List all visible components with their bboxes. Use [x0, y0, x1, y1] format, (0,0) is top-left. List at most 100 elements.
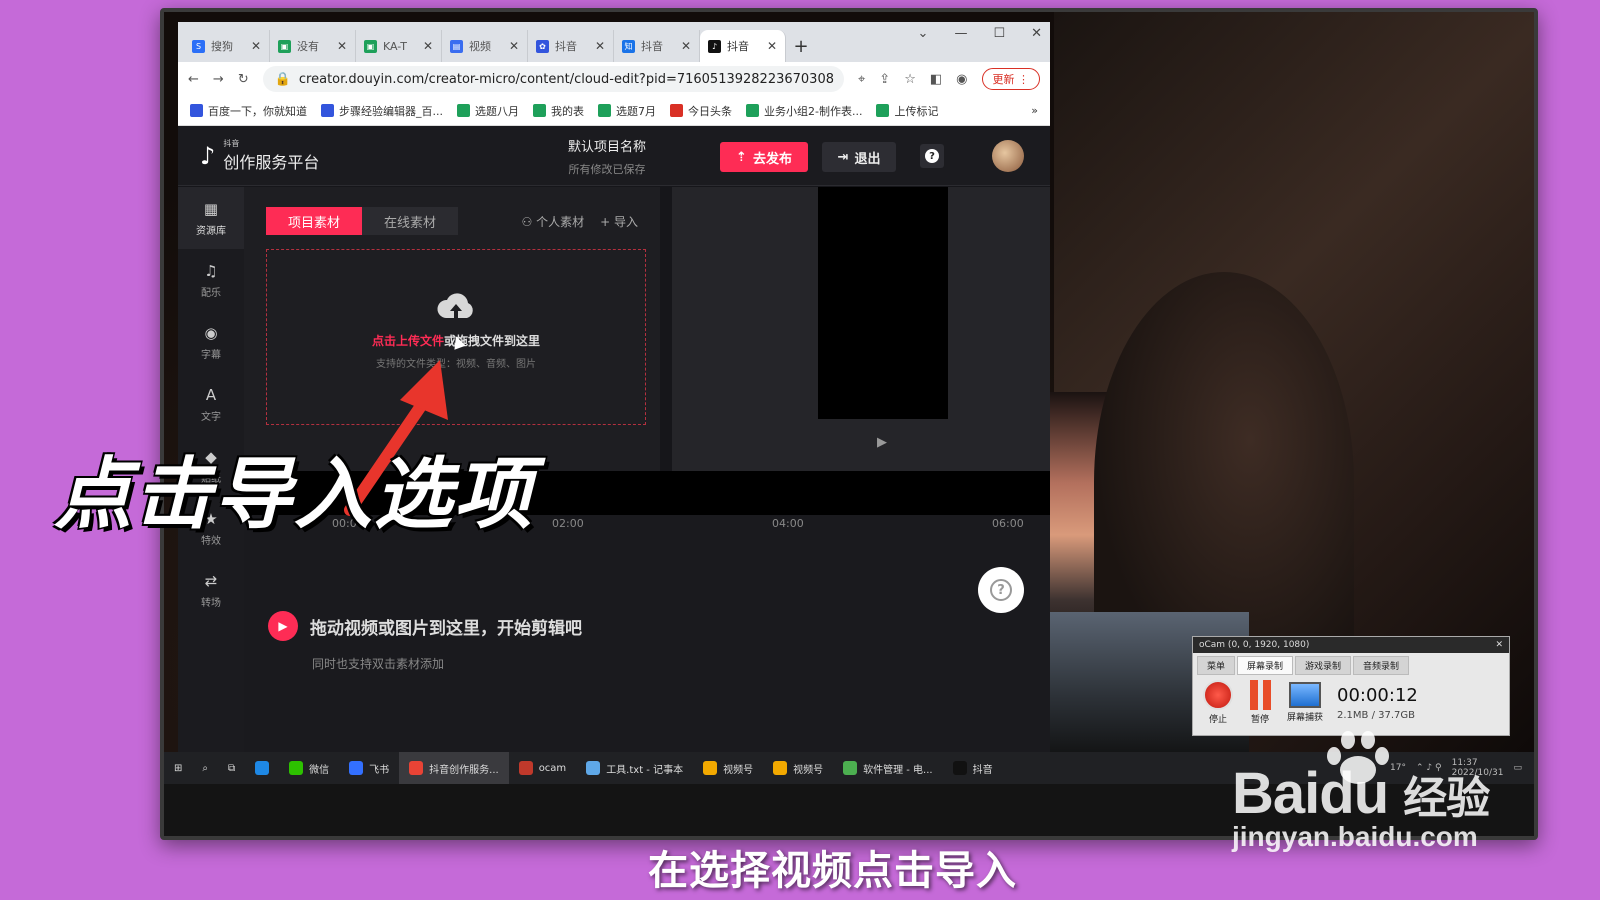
tab-close-icon[interactable]: ✕: [423, 39, 433, 53]
tab-project-assets[interactable]: 项目素材: [266, 207, 362, 235]
bookmark-item[interactable]: 步骤经验编辑器_百...: [321, 103, 443, 119]
minimize-button[interactable]: —: [954, 26, 967, 41]
ocam-pause-button[interactable]: 暂停: [1247, 680, 1273, 725]
browser-tab[interactable]: S 搜狗 ✕: [184, 30, 270, 62]
timeline-help-button[interactable]: ?: [978, 567, 1024, 613]
sidenav-item[interactable]: A 文字: [178, 373, 244, 435]
close-window-button[interactable]: ✕: [1031, 26, 1042, 41]
ocam-screen-button[interactable]: 屏幕捕获: [1287, 682, 1323, 723]
import-link[interactable]: + 导入: [600, 213, 638, 230]
bookmark-item[interactable]: 选题7月: [598, 103, 656, 119]
tab-search-icon[interactable]: ⌄: [918, 26, 929, 41]
location-icon[interactable]: ⌖: [858, 72, 865, 87]
update-button[interactable]: 更新 ⋮: [981, 68, 1040, 90]
sidenav-item[interactable]: ◉ 字幕: [178, 311, 244, 373]
share-icon[interactable]: ⇪: [879, 72, 890, 87]
task-view-button[interactable]: ⧉: [218, 752, 245, 784]
browser-tab[interactable]: 知 抖音 ✕: [614, 30, 700, 62]
bookmark-item[interactable]: 百度一下，你就知道: [190, 103, 307, 119]
tab-label: 搜狗: [211, 40, 233, 53]
browser-tab[interactable]: ♪ 抖音 ✕: [700, 30, 786, 62]
logout-label: 退出: [854, 151, 881, 167]
taskbar-app[interactable]: 抖音: [943, 752, 1003, 784]
taskbar-app[interactable]: 抖音创作服务...: [399, 752, 509, 784]
publish-button[interactable]: ⇡ 去发布: [720, 142, 808, 172]
logout-button[interactable]: ⇥ 退出: [822, 142, 896, 172]
notification-icon[interactable]: ▭: [1513, 763, 1522, 773]
sidepanel-icon[interactable]: ◧: [930, 72, 942, 87]
taskbar-app[interactable]: ocam: [509, 752, 577, 784]
ocam-tab-screen[interactable]: 屏幕录制: [1237, 656, 1294, 675]
ocam-tab-game[interactable]: 游戏录制: [1295, 656, 1352, 675]
watermark-domain: jingyan.baidu.com: [1232, 821, 1478, 852]
lock-icon: 🔒: [274, 71, 291, 87]
search-button[interactable]: ⌕: [192, 752, 218, 784]
pinned-app[interactable]: [245, 752, 279, 784]
avatar[interactable]: [992, 140, 1024, 172]
start-button[interactable]: ⊞: [164, 752, 192, 784]
bookmark-favicon-icon: [876, 104, 890, 117]
tab-favicon-icon: 知: [622, 39, 635, 53]
taskbar-app[interactable]: 视频号: [693, 752, 763, 784]
play-icon[interactable]: ▶: [877, 435, 887, 450]
ocam-titlebar: oCam (0, 0, 1920, 1080) ✕: [1193, 637, 1509, 653]
browser-tab[interactable]: ▣ 没有 ✕: [270, 30, 356, 62]
profile-icon[interactable]: ◉: [956, 72, 967, 87]
ocam-tab-audio[interactable]: 音频录制: [1353, 656, 1410, 675]
tab-favicon-icon: S: [192, 39, 205, 53]
plus-icon: +: [600, 215, 611, 229]
taskbar-app[interactable]: 工具.txt - 记事本: [576, 752, 693, 784]
bookmark-item[interactable]: 选题八月: [457, 103, 519, 119]
tab-close-icon[interactable]: ✕: [509, 39, 519, 53]
tab-close-icon[interactable]: ✕: [681, 39, 691, 53]
taskbar-app[interactable]: 软件管理 - 电...: [833, 752, 943, 784]
personal-assets-link[interactable]: ⚇ 个人素材: [521, 213, 584, 230]
tab-close-icon[interactable]: ✕: [337, 39, 347, 53]
back-icon[interactable]: ←: [188, 72, 199, 87]
tab-favicon-icon: ▣: [278, 39, 291, 53]
taskbar-app[interactable]: 微信: [279, 752, 339, 784]
tab-close-icon[interactable]: ✕: [595, 39, 605, 53]
sidenav-label: 字幕: [201, 349, 221, 361]
ocam-tab-menu[interactable]: 菜单: [1197, 656, 1236, 675]
url-text: creator.douyin.com/creator-micro/content…: [298, 71, 834, 87]
project-name[interactable]: 默认项目名称: [568, 136, 646, 155]
task-view-icon: ⧉: [228, 762, 236, 774]
tab-online-assets[interactable]: 在线素材: [362, 207, 458, 235]
bookmark-item[interactable]: 业务小组2-制作表...: [746, 103, 862, 119]
browser-tab[interactable]: ✿ 抖音 ✕: [528, 30, 614, 62]
maximize-button[interactable]: ☐: [993, 26, 1005, 41]
taskbar-app[interactable]: 视频号: [763, 752, 833, 784]
tab-label: 抖音: [641, 40, 663, 53]
bookmark-item[interactable]: 上传标记: [876, 103, 938, 119]
bookmark-favicon-icon: [746, 104, 759, 117]
taskbar-app[interactable]: 飞书: [339, 752, 399, 784]
bookmark-item[interactable]: 今日头条: [670, 103, 732, 119]
reload-icon[interactable]: ↻: [238, 72, 249, 87]
ocam-close-icon[interactable]: ✕: [1495, 640, 1503, 650]
sidenav-label: 文字: [201, 411, 221, 423]
new-tab-button[interactable]: +: [786, 30, 816, 62]
taskbar-app-label: 软件管理 - 电...: [863, 764, 933, 776]
bookmark-favicon-icon: [533, 104, 546, 117]
grid-icon: ▦: [203, 199, 219, 218]
ocam-stop-button[interactable]: 停止: [1203, 680, 1233, 725]
forward-icon[interactable]: →: [213, 72, 224, 87]
browser-tab[interactable]: ▣ KA-T ✕: [356, 30, 442, 62]
app-logo[interactable]: ♪ 抖音 创作服务平台: [200, 138, 319, 173]
tab-close-icon[interactable]: ✕: [767, 39, 777, 53]
sidenav-item[interactable]: ▦ 资源库: [178, 187, 244, 249]
browser-tab[interactable]: ▤ 视频 ✕: [442, 30, 528, 62]
taskbar-app-icon: [518, 761, 533, 775]
sidenav-item[interactable]: ⇄ 转场: [178, 559, 244, 621]
tab-close-icon[interactable]: ✕: [251, 39, 261, 53]
tab-favicon-icon: ▤: [450, 39, 463, 53]
sidenav-item[interactable]: ♫ 配乐: [178, 249, 244, 311]
publish-label: 去发布: [752, 151, 792, 167]
bookmark-item[interactable]: 我的表: [533, 103, 584, 119]
subtitle-icon: ◉: [204, 323, 218, 342]
star-icon[interactable]: ☆: [904, 72, 916, 87]
help-button[interactable]: ?: [920, 144, 944, 168]
url-field[interactable]: 🔒 creator.douyin.com/creator-micro/conte…: [262, 66, 844, 92]
more-bookmarks-icon[interactable]: »: [1031, 104, 1038, 117]
